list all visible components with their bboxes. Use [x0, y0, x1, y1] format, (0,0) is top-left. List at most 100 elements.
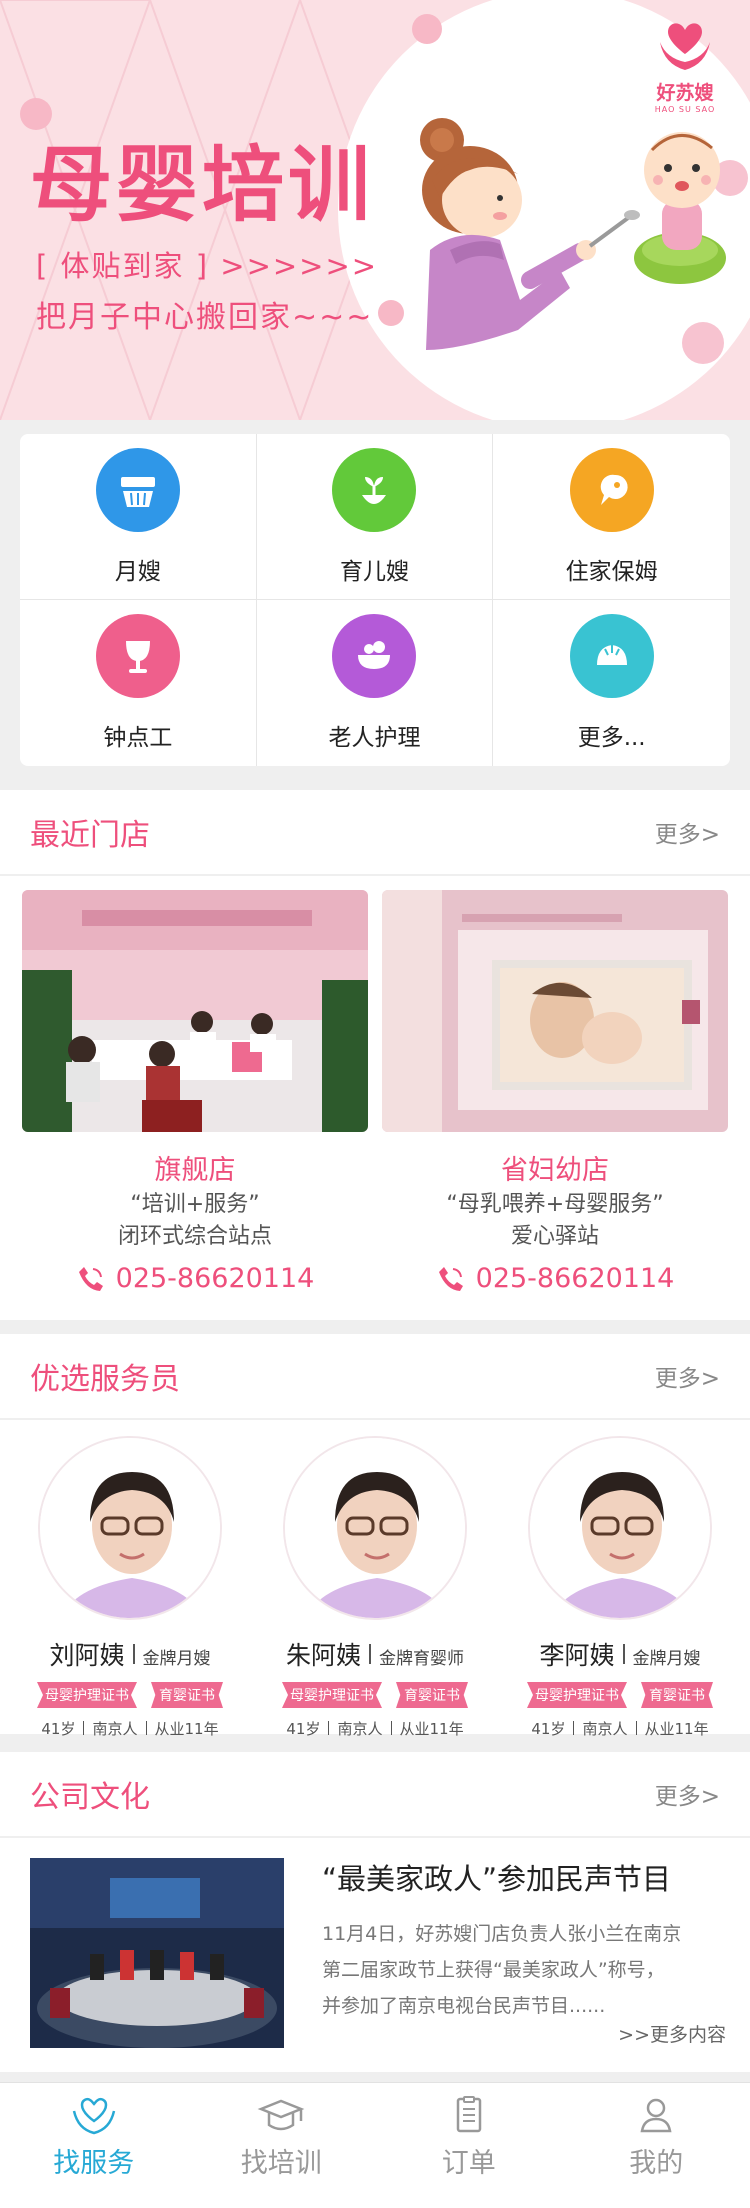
- store-photo: [382, 890, 728, 1132]
- worker-name-row: 刘阿姨 金牌月嫂: [49, 1636, 210, 1672]
- worker-origin: 南京人: [337, 1720, 383, 1738]
- news-more-link[interactable]: >>更多内容: [618, 2020, 726, 2047]
- divider: [622, 1644, 625, 1664]
- worker-title: 金牌育婴师: [379, 1649, 464, 1669]
- worker-age: 41岁: [41, 1720, 76, 1738]
- bun-icon: [569, 614, 654, 698]
- category-label: 月嫂: [114, 559, 161, 585]
- worker-tags: 母婴护理证书 育婴证书: [282, 1682, 468, 1708]
- certificate-tag: 育婴证书: [151, 1682, 223, 1708]
- worker-origin: 南京人: [582, 1720, 628, 1738]
- worker-age: 41岁: [531, 1720, 566, 1738]
- store-phone[interactable]: 025-86620114: [382, 1263, 728, 1294]
- category-label: 老人护理: [328, 725, 421, 751]
- stores-more-link[interactable]: 更多>: [655, 815, 720, 849]
- worker-info: 41岁 南京人 从业11年: [41, 1718, 218, 1739]
- store-name: 旗舰店: [154, 1155, 236, 1186]
- store-desc: “培训+服务”: [130, 1192, 260, 1217]
- phone-icon: [438, 1266, 463, 1291]
- category-zhongdiangong[interactable]: 钟点工: [20, 600, 257, 766]
- store-phone[interactable]: 025-86620114: [22, 1263, 368, 1294]
- phone-number: 025-86620114: [475, 1263, 675, 1294]
- phone-icon: [78, 1266, 103, 1291]
- worker-experience: 从业11年: [644, 1720, 709, 1738]
- logo-pinyin: HAO SU SAO: [654, 105, 716, 114]
- news-line: 11月4日，好苏嫂门店负责人张小兰在南京: [322, 1923, 682, 1945]
- tab-find-training[interactable]: 找培训: [188, 2083, 376, 2208]
- document-icon: [456, 2096, 481, 2133]
- store-list: 旗舰店 “培训+服务” 闭环式综合站点 025-86620114 省妇幼店 “母…: [0, 876, 750, 1294]
- section-header: 公司文化 更多>: [0, 1752, 750, 1838]
- worker-name-row: 李阿姨 金牌月嫂: [539, 1636, 700, 1672]
- cup-icon: [95, 614, 180, 698]
- certificate-tag: 育婴证书: [641, 1682, 713, 1708]
- news-title: “最美家政人”参加民声节目: [322, 1862, 672, 1896]
- chat-icon: [569, 448, 654, 532]
- basket-icon: [95, 448, 180, 532]
- company-culture-section: 公司文化 更多> “最美家政人”参加民声节目 11月4日，好苏嫂门店负责人张小兰…: [0, 1752, 750, 2072]
- avatar: [38, 1436, 222, 1620]
- banner-slogan: 把月子中心搬回家~~~: [36, 300, 374, 335]
- hero-banner[interactable]: 母婴培训 [ 体贴到家 ] >>>>>> 把月子中心搬回家~~~ 好苏嫂 HAO…: [0, 0, 750, 420]
- category-laoren-huli[interactable]: 老人护理: [257, 600, 494, 766]
- certificate-tag: 母婴护理证书: [282, 1682, 382, 1708]
- tab-label: 我的: [629, 2148, 684, 2179]
- section-header: 最近门店 更多>: [0, 790, 750, 876]
- tab-orders[interactable]: 订单: [375, 2083, 563, 2208]
- worker-info: 41岁 南京人 从业11年: [286, 1718, 463, 1739]
- worker-name-row: 朱阿姨 金牌育婴师: [286, 1636, 464, 1672]
- banner-title: 母婴培训: [30, 137, 375, 233]
- divider: [369, 1644, 371, 1664]
- staff-more-link[interactable]: 更多>: [655, 1359, 720, 1393]
- category-yuersao[interactable]: 育儿嫂: [256, 434, 494, 600]
- store-photo: [22, 890, 368, 1132]
- certificate-tag: 育婴证书: [396, 1682, 468, 1708]
- news-item[interactable]: “最美家政人”参加民声节目 11月4日，好苏嫂门店负责人张小兰在南京 第二届家政…: [0, 1838, 750, 2048]
- store-desc: 爱心驿站: [510, 1224, 599, 1249]
- bottom-nav: 找服务 找培训 订单 我的: [0, 2082, 750, 2208]
- culture-more-link[interactable]: 更多>: [655, 1777, 720, 1811]
- worker-tags: 母婴护理证书 育婴证书: [37, 1682, 223, 1708]
- avatar: [528, 1436, 712, 1620]
- news-photo: [30, 1858, 284, 2048]
- store-card[interactable]: 旗舰店 “培训+服务” 闭环式综合站点 025-86620114: [22, 890, 368, 1294]
- section-title: 最近门店: [30, 818, 150, 853]
- tab-find-service[interactable]: 找服务: [0, 2083, 188, 2208]
- category-label: 育儿嫂: [339, 559, 409, 585]
- worker-name: 李阿姨: [539, 1641, 615, 1670]
- heart-hands-logo-icon: [660, 23, 710, 70]
- logo-name: 好苏嫂: [656, 82, 714, 104]
- divider: [132, 1644, 135, 1664]
- tab-me[interactable]: 我的: [563, 2083, 750, 2208]
- category-more[interactable]: 更多...: [493, 600, 730, 766]
- category-zhujia-baomu[interactable]: 住家保姆: [493, 434, 730, 600]
- graduation-cap-icon: [257, 2099, 305, 2131]
- worker-card[interactable]: 朱阿姨 金牌育婴师 母婴护理证书 育婴证书 41岁 南京人 从业11年: [255, 1420, 495, 1739]
- phone-number: 025-86620114: [115, 1263, 315, 1294]
- news-line: 第二届家政节上获得“最美家政人”称号，: [322, 1959, 665, 1981]
- banner-subtitle: [ 体贴到家 ] >>>>>>: [36, 249, 379, 283]
- plant-icon: [332, 448, 417, 532]
- category-yuesao[interactable]: 月嫂: [20, 434, 257, 600]
- brand-logo: 好苏嫂 HAO SU SAO: [640, 20, 730, 114]
- featured-staff-section: 优选服务员 更多> 刘阿姨 金牌月嫂 母婴护理证书 育婴证书 41岁 南京人 从…: [0, 1334, 750, 1738]
- category-label: 住家保姆: [565, 559, 658, 585]
- worker-origin: 南京人: [92, 1720, 138, 1738]
- heart-hands-icon: [72, 2097, 115, 2135]
- store-card[interactable]: 省妇幼店 “母乳喂养+母婴服务” 爱心驿站 025-86620114: [382, 890, 728, 1294]
- mother-baby-illustration: [420, 118, 726, 350]
- news-summary: 11月4日，好苏嫂门店负责人张小兰在南京 第二届家政节上获得“最美家政人”称号，…: [322, 1916, 720, 2024]
- store-name: 省妇幼店: [501, 1155, 609, 1186]
- certificate-tag: 母婴护理证书: [37, 1682, 137, 1708]
- worker-info: 41岁 南京人 从业11年: [531, 1718, 708, 1739]
- category-grid: 月嫂 育儿嫂 住家保姆 钟点工 老人护理 更多...: [20, 434, 730, 766]
- worker-tags: 母婴护理证书 育婴证书: [527, 1682, 713, 1708]
- tab-label: 订单: [441, 2148, 496, 2179]
- worker-title: 金牌月嫂: [142, 1649, 211, 1669]
- worker-card[interactable]: 李阿姨 金牌月嫂 母婴护理证书 育婴证书 41岁 南京人 从业11年: [500, 1420, 740, 1739]
- worker-experience: 从业11年: [154, 1720, 219, 1738]
- news-line: 并参加了南京电视台民声节目......: [322, 1995, 606, 2017]
- certificate-tag: 母婴护理证书: [527, 1682, 627, 1708]
- worker-experience: 从业11年: [399, 1720, 464, 1738]
- worker-card[interactable]: 刘阿姨 金牌月嫂 母婴护理证书 育婴证书 41岁 南京人 从业11年: [10, 1420, 250, 1739]
